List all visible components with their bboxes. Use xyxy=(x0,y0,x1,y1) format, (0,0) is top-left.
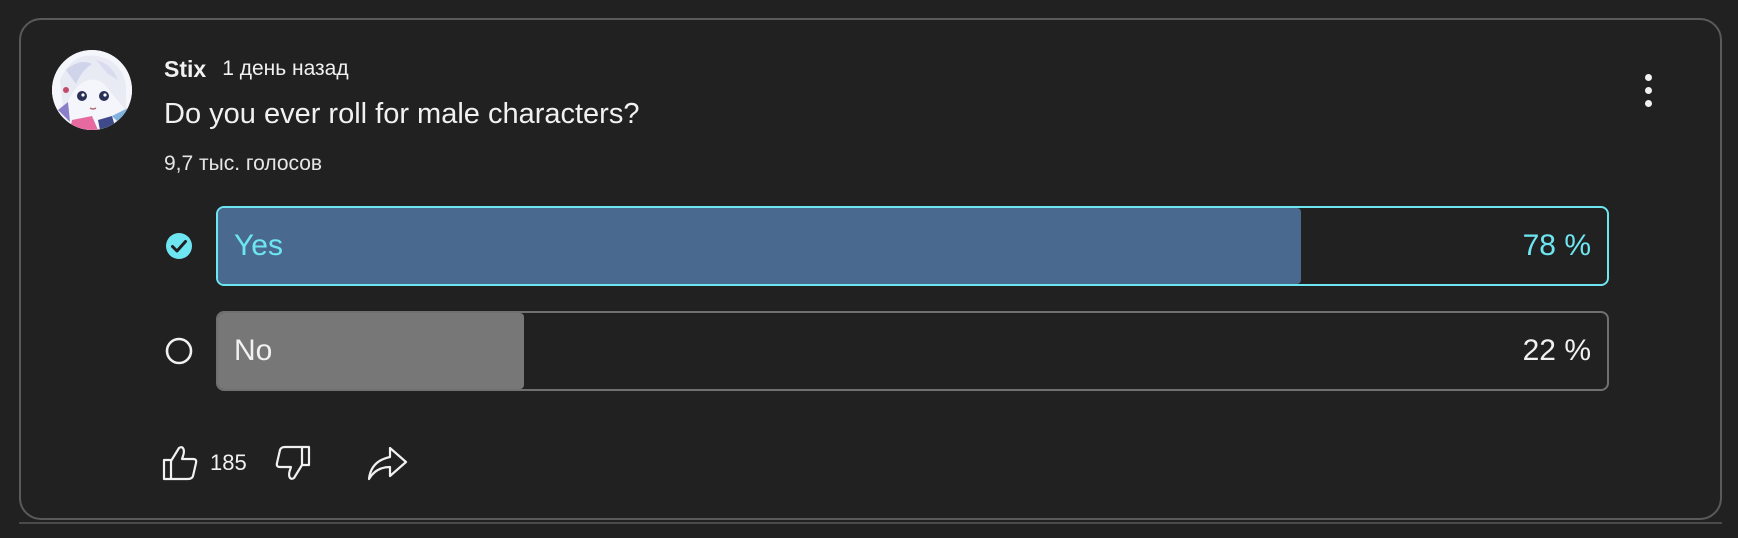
more-vert-icon-dot xyxy=(1644,86,1652,94)
radio-unchecked-icon[interactable] xyxy=(164,336,194,366)
post-time[interactable]: 1 день назад xyxy=(222,57,348,81)
like-count: 185 xyxy=(210,450,247,475)
like-button[interactable] xyxy=(160,439,200,487)
avatar-image xyxy=(52,50,132,130)
thumbs-up-icon xyxy=(162,446,198,481)
check-circle-icon[interactable] xyxy=(164,231,194,261)
poll-option-yes[interactable]: Yes 78 % xyxy=(216,206,1609,286)
vote-count: 9,7 тыс. голосов xyxy=(164,152,323,175)
poll-question: Do you ever roll for male characters? xyxy=(164,98,640,130)
more-options-button[interactable] xyxy=(1628,62,1668,118)
divider xyxy=(19,522,1722,524)
avatar[interactable] xyxy=(52,50,132,130)
poll-option-percent: 78 % xyxy=(1522,229,1591,262)
more-vert-icon xyxy=(1644,73,1652,81)
dislike-button[interactable] xyxy=(273,439,313,487)
poll-option-fill xyxy=(218,208,1302,284)
author-name[interactable]: Stix xyxy=(164,56,206,83)
poll-option-label: No xyxy=(234,334,273,367)
poll-option-percent: 22 % xyxy=(1522,334,1591,367)
post-header: Stix 1 день назад xyxy=(164,52,349,86)
share-button[interactable] xyxy=(365,439,409,487)
action-bar: 185 xyxy=(160,434,409,492)
share-icon xyxy=(367,446,407,481)
thumbs-down-icon xyxy=(275,445,310,480)
poll-option-label: Yes xyxy=(234,229,283,262)
poll-option-no[interactable]: No 22 % xyxy=(216,311,1609,391)
more-vert-icon-dot xyxy=(1644,99,1652,107)
